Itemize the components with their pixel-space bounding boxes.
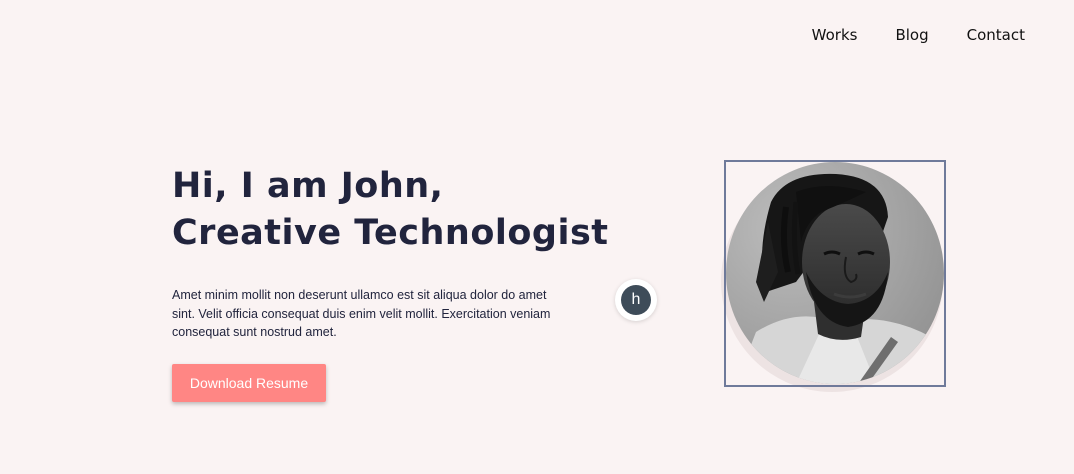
floating-badge-letter: h	[621, 285, 651, 315]
nav-link-contact[interactable]: Contact	[967, 24, 1025, 46]
download-resume-button[interactable]: Download Resume	[172, 363, 326, 402]
top-nav: Works Blog Contact	[812, 24, 1025, 46]
hero-section: Hi, I am John, Creative Technologist Ame…	[172, 163, 609, 402]
nav-link-blog[interactable]: Blog	[895, 24, 928, 46]
hero-description: Amet minim mollit non deserunt ullamco e…	[172, 288, 551, 339]
profile-photo-frame	[724, 160, 946, 387]
hero-title-line-2: Creative Technologist	[172, 213, 609, 253]
hero-title-line-1: Hi, I am John,	[172, 166, 444, 206]
hero-title: Hi, I am John, Creative Technologist	[172, 163, 609, 257]
floating-chat-button[interactable]: h	[615, 279, 657, 321]
nav-link-works[interactable]: Works	[812, 24, 858, 46]
